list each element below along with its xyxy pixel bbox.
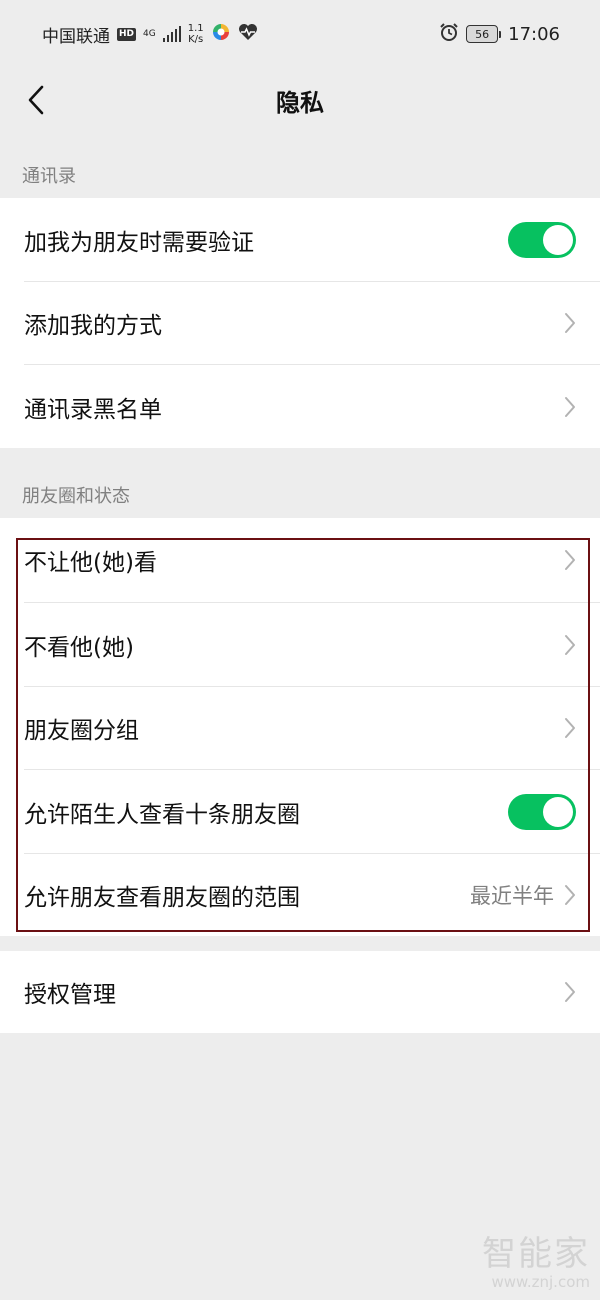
page-title: 隐私 — [276, 88, 324, 117]
watermark: 智能家 www.znj.com — [482, 1236, 590, 1290]
row-label: 允许朋友查看朋友圈的范围 — [24, 885, 300, 911]
app-icon — [211, 22, 231, 47]
status-bar: 中国联通 HD 4G 1.1 K/s 56 17:06 — [0, 0, 600, 68]
network-speed: 1.1 K/s — [188, 23, 204, 45]
row-hide-their-posts[interactable]: 不看他(她) — [0, 603, 600, 686]
row-stranger-ten-posts[interactable]: 允许陌生人查看十条朋友圈 — [0, 770, 600, 853]
section-header-contacts: 通讯录 — [22, 166, 76, 187]
auth-card: 授权管理 — [0, 951, 600, 1033]
signal-icon — [162, 26, 181, 42]
carrier-name: 中国联通 — [42, 26, 110, 47]
row-label: 通讯录黑名单 — [24, 396, 162, 423]
status-left: 中国联通 HD 4G 1.1 K/s — [42, 22, 258, 47]
speed-unit: K/s — [188, 34, 204, 45]
health-icon — [238, 23, 258, 46]
row-authorization-management[interactable]: 授权管理 — [0, 951, 600, 1033]
status-right: 56 17:06 — [439, 22, 560, 47]
row-value: 最近半年 — [470, 884, 554, 908]
chevron-left-icon — [28, 85, 44, 115]
back-button[interactable] — [16, 80, 56, 120]
stranger-ten-posts-toggle[interactable] — [508, 793, 576, 830]
row-friend-verification[interactable]: 加我为朋友时需要验证 — [0, 198, 600, 281]
network-type-label: 4G — [143, 28, 156, 39]
row-label: 朋友圈分组 — [24, 718, 139, 744]
row-hide-my-posts[interactable]: 不让他(她)看 — [0, 518, 600, 602]
row-value-wrap: 最近半年 — [470, 880, 576, 910]
speed-value: 1.1 — [187, 23, 204, 34]
chevron-right-icon — [564, 396, 576, 418]
chevron-right-icon — [564, 717, 576, 739]
chevron-right-icon — [564, 312, 576, 334]
row-label: 加我为朋友时需要验证 — [24, 229, 254, 256]
row-label: 不看他(她) — [24, 634, 134, 661]
hd-icon: HD — [117, 27, 137, 41]
row-label: 授权管理 — [24, 982, 116, 1008]
chevron-right-icon — [564, 884, 576, 906]
network-type: 4G — [143, 28, 156, 39]
chevron-right-icon — [564, 549, 576, 571]
battery-level: 56 — [466, 25, 499, 43]
row-moments-groups[interactable]: 朋友圈分组 — [0, 687, 600, 769]
chevron-right-icon — [564, 634, 576, 656]
alarm-icon — [439, 22, 459, 47]
status-time: 17:06 — [508, 23, 560, 45]
friend-verification-toggle[interactable] — [508, 221, 576, 258]
row-label: 允许陌生人查看十条朋友圈 — [24, 801, 300, 828]
moments-card: 不让他(她)看 不看他(她) 朋友圈分组 允许陌生人查看十条朋友圈 允许朋友查看… — [0, 518, 600, 936]
watermark-brand: 智能家 — [482, 1234, 590, 1274]
watermark-url: www.znj.com — [491, 1273, 590, 1291]
row-add-me-methods[interactable]: 添加我的方式 — [0, 282, 600, 364]
row-label: 不让他(她)看 — [24, 550, 157, 576]
chevron-right-icon — [564, 981, 576, 1003]
row-label: 添加我的方式 — [24, 313, 162, 339]
row-contacts-blacklist[interactable]: 通讯录黑名单 — [0, 365, 600, 448]
row-friends-view-range[interactable]: 允许朋友查看朋友圈的范围 最近半年 — [0, 854, 600, 936]
nav-bar: 隐私 — [0, 68, 600, 132]
battery-icon: 56 — [466, 25, 502, 43]
contacts-card: 加我为朋友时需要验证 添加我的方式 通讯录黑名单 — [0, 198, 600, 448]
section-header-moments: 朋友圈和状态 — [22, 486, 130, 507]
